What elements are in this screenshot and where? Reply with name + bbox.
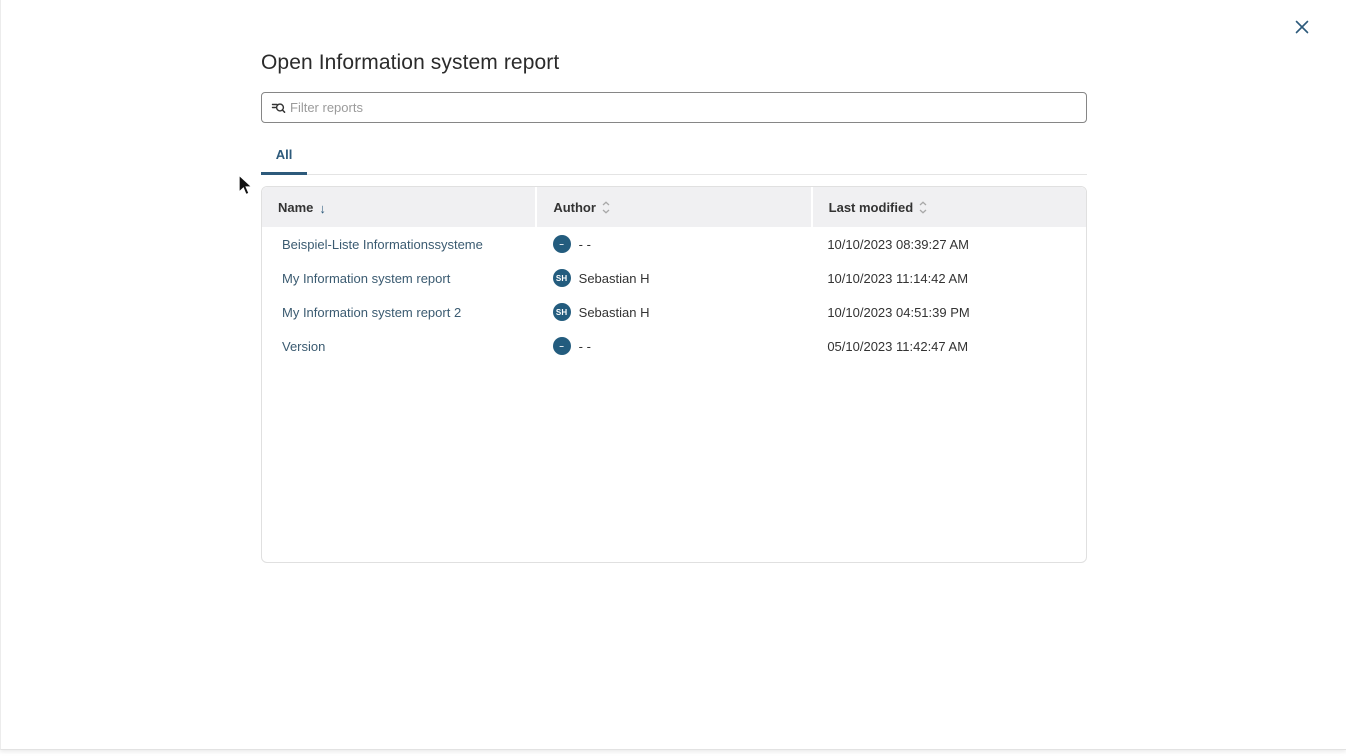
last-modified-cell: 10/10/2023 11:14:42 AM [811, 271, 1086, 286]
column-header-last-modified-label: Last modified [829, 200, 914, 215]
column-header-name-label: Name [278, 200, 313, 215]
last-modified-value: 10/10/2023 11:14:42 AM [827, 271, 968, 286]
report-name-link[interactable]: My Information system report 2 [278, 305, 461, 320]
report-name-link[interactable]: Beispiel-Liste Informationssysteme [278, 237, 483, 252]
sort-desc-icon: ↓ [319, 201, 326, 216]
mouse-cursor-icon [237, 174, 255, 203]
author-name: Sebastian H [579, 305, 650, 320]
author-avatar: SH [553, 303, 571, 321]
table-row[interactable]: My Information system report SH Sebastia… [262, 261, 1086, 295]
last-modified-value: 10/10/2023 08:39:27 AM [827, 237, 969, 252]
author-avatar: SH [553, 269, 571, 287]
tab-all[interactable]: All [261, 143, 307, 175]
tab-all-label: All [276, 147, 293, 162]
author-cell: SH Sebastian H [537, 269, 812, 287]
open-report-dialog: Open Information system report All Name … [0, 0, 1346, 750]
last-modified-cell: 05/10/2023 11:42:47 AM [811, 339, 1086, 354]
table-row[interactable]: Beispiel-Liste Informationssysteme – - -… [262, 227, 1086, 261]
last-modified-cell: 10/10/2023 04:51:39 PM [811, 305, 1086, 320]
column-header-author-label: Author [553, 200, 596, 215]
author-name: - - [579, 339, 591, 354]
author-cell: – - - [537, 337, 812, 355]
author-cell: SH Sebastian H [537, 303, 812, 321]
author-name: - - [579, 237, 591, 252]
last-modified-value: 05/10/2023 11:42:47 AM [827, 339, 968, 354]
name-cell: Beispiel-Liste Informationssysteme [262, 237, 537, 252]
filter-search-box [261, 92, 1087, 123]
last-modified-value: 10/10/2023 04:51:39 PM [827, 305, 969, 320]
dialog-title: Open Information system report [261, 51, 1087, 75]
author-avatar: – [553, 337, 571, 355]
reports-table: Name ↓ Author Last modified [261, 186, 1087, 563]
close-icon [1295, 20, 1309, 37]
report-name-link[interactable]: Version [278, 339, 325, 354]
table-header-row: Name ↓ Author Last modified [262, 187, 1086, 227]
name-cell: My Information system report [262, 271, 537, 286]
table-body: Beispiel-Liste Informationssysteme – - -… [262, 227, 1086, 363]
close-button[interactable] [1291, 17, 1313, 39]
table-row[interactable]: Version – - - 05/10/2023 11:42:47 AM [262, 329, 1086, 363]
sort-toggle-icon [919, 201, 927, 214]
column-header-author[interactable]: Author [537, 187, 810, 227]
report-name-link[interactable]: My Information system report [278, 271, 450, 286]
table-row[interactable]: My Information system report 2 SH Sebast… [262, 295, 1086, 329]
author-avatar: – [553, 235, 571, 253]
column-header-last-modified[interactable]: Last modified [813, 187, 1086, 227]
name-cell: My Information system report 2 [262, 305, 537, 320]
name-cell: Version [262, 339, 537, 354]
column-header-name[interactable]: Name ↓ [262, 187, 535, 227]
author-cell: – - - [537, 235, 812, 253]
filter-reports-input[interactable] [290, 100, 1077, 115]
sort-toggle-icon [602, 201, 610, 214]
filter-search-icon [271, 100, 286, 115]
tab-bar: All [261, 143, 1087, 175]
author-name: Sebastian H [579, 271, 650, 286]
last-modified-cell: 10/10/2023 08:39:27 AM [811, 237, 1086, 252]
